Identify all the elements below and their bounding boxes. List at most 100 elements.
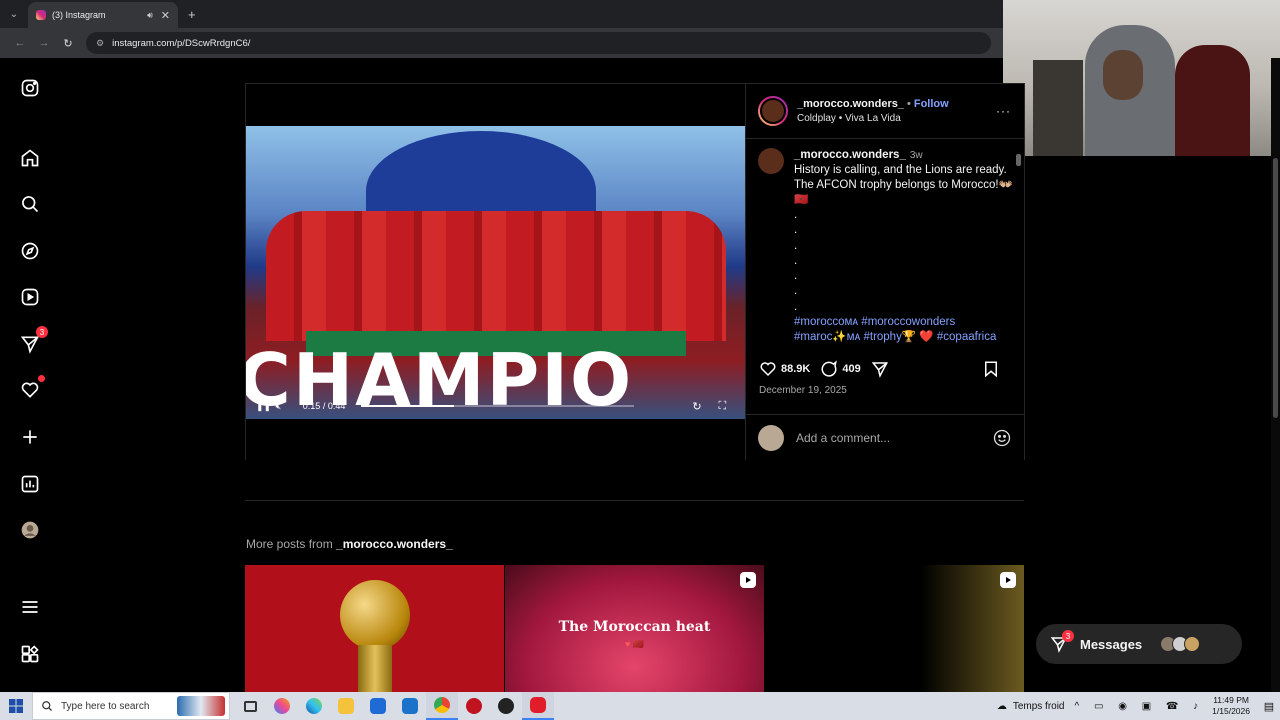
- clock-time: 11:49 PM: [1213, 695, 1249, 705]
- more-options-icon[interactable]: ···: [996, 104, 1024, 118]
- caption-body: _morocco.wonders_ 3w History is calling, …: [794, 148, 1016, 344]
- weather-text[interactable]: Temps froid: [1013, 701, 1065, 712]
- share-send-icon: [871, 362, 888, 378]
- webcam-background: [1033, 60, 1083, 156]
- video-controls: ❚❚ 🔇︎ 0:15 / 0:44 ↻ ⛶: [246, 394, 745, 418]
- caption-username[interactable]: _morocco.wonders_: [794, 149, 906, 161]
- save-button[interactable]: [982, 360, 1004, 378]
- video-players: [266, 211, 726, 341]
- replay-icon[interactable]: ↻: [684, 400, 709, 413]
- notifications-heart-icon[interactable]: [18, 375, 45, 402]
- author-avatar[interactable]: [758, 96, 788, 126]
- trophy-image: [340, 580, 410, 650]
- caption-dot: .: [794, 285, 798, 298]
- comments-count: 409: [842, 363, 861, 375]
- forward-arrow-icon[interactable]: →: [32, 37, 56, 49]
- reload-icon[interactable]: ↻: [56, 37, 80, 50]
- back-arrow-icon[interactable]: ←: [8, 37, 32, 49]
- taskbar-search-placeholder: Type here to search: [61, 700, 150, 712]
- post-thumbnail[interactable]: The Moroccan heat ♥ 🇲🇦: [505, 565, 764, 692]
- hashtags-line-2a[interactable]: #maroc✨ᴍᴀ #trophy🏆: [794, 331, 916, 343]
- profile-avatar-icon[interactable]: [18, 518, 42, 542]
- reels-icon[interactable]: [18, 285, 42, 309]
- instagram-logo-icon[interactable]: [18, 76, 42, 100]
- mute-icon[interactable]: 🔇︎: [276, 401, 303, 412]
- app-dark-icon[interactable]: [490, 692, 522, 720]
- start-button[interactable]: [0, 699, 32, 713]
- comment-button[interactable]: 409: [820, 360, 861, 378]
- reel-indicator-icon: [740, 572, 756, 588]
- video-progress-bar[interactable]: [361, 405, 635, 407]
- tab-search-chevron-icon[interactable]: ⌄: [0, 0, 28, 28]
- pause-icon[interactable]: ❚❚: [256, 401, 276, 412]
- caption-hashtags[interactable]: #moroccoᴍᴀ #moroccowonders #maroc✨ᴍᴀ #tr…: [794, 315, 1016, 345]
- url-field[interactable]: ⚙ instagram.com/p/DScwRrdgnC6/: [86, 32, 991, 54]
- comment-composer: Add a comment...: [746, 414, 1024, 460]
- store-icon[interactable]: [362, 692, 394, 720]
- taskbar-search[interactable]: Type here to search: [32, 692, 230, 720]
- share-button[interactable]: [871, 360, 893, 378]
- page-scrollbar[interactable]: [1271, 58, 1280, 692]
- notifications-dot: [38, 375, 45, 382]
- search-icon[interactable]: [18, 192, 42, 216]
- caption-scrollbar[interactable]: [1016, 154, 1021, 344]
- tab-instagram[interactable]: (3) Instagram 🔊︎ ✕: [28, 2, 178, 28]
- audio-track[interactable]: Coldplay • Viva La Vida: [797, 113, 996, 124]
- windows-logo-icon: [9, 699, 23, 713]
- edge-icon[interactable]: [298, 692, 330, 720]
- task-view-icon[interactable]: [234, 692, 266, 720]
- weather-icon[interactable]: ☁: [997, 701, 1007, 712]
- messages-send-icon[interactable]: 3: [18, 326, 48, 356]
- comment-bubble-icon: [821, 360, 838, 377]
- system-clock[interactable]: 11:49 PM 1/15/2026: [1212, 695, 1250, 717]
- tray-icons[interactable]: ^ ▭ ◉ ▣ ☎ ♪: [1075, 701, 1205, 712]
- like-button[interactable]: 88.9K: [759, 360, 810, 378]
- hashtags-line-2[interactable]: #maroc✨ᴍᴀ #trophy🏆 ❤️ #copaafrica: [794, 330, 1016, 345]
- post-card: CHAMPIO ❚❚ 🔇︎ 0:15 / 0:44 ↻ ⛶ _morocco.w…: [245, 83, 1025, 460]
- caption-scroll-thumb[interactable]: [1016, 154, 1021, 166]
- notification-center-icon[interactable]: ▤: [1258, 700, 1280, 713]
- more-posts-title: More posts from _morocco.wonders_: [246, 537, 453, 551]
- recorder-icon[interactable]: [522, 692, 554, 720]
- file-explorer-icon[interactable]: [330, 692, 362, 720]
- follow-button[interactable]: Follow: [914, 98, 949, 110]
- outlook-icon[interactable]: [394, 692, 426, 720]
- chrome-icon[interactable]: [426, 692, 458, 720]
- post-actions: 88.9K 409: [759, 358, 1014, 380]
- video-player[interactable]: CHAMPIO ❚❚ 🔇︎ 0:15 / 0:44 ↻ ⛶: [246, 84, 745, 460]
- caption-avatar[interactable]: [758, 148, 784, 174]
- tab-audio-icon[interactable]: 🔊︎: [147, 10, 153, 21]
- like-heart-icon: [760, 362, 776, 377]
- fullscreen-icon[interactable]: ⛶: [710, 400, 735, 413]
- home-icon[interactable]: [18, 146, 42, 170]
- new-tab-button[interactable]: +: [188, 7, 196, 22]
- messages-button[interactable]: 3 Messages: [1036, 624, 1242, 664]
- section-divider: [245, 500, 1024, 501]
- system-tray: ☁ Temps froid ^ ▭ ◉ ▣ ☎ ♪ 11:49 PM 1/15/…: [997, 695, 1280, 717]
- clock-date: 1/15/2026: [1212, 706, 1250, 716]
- hashtags-line-1[interactable]: #moroccoᴍᴀ #moroccowonders: [794, 315, 1016, 330]
- app-red-icon[interactable]: [458, 692, 490, 720]
- more-posts-username[interactable]: _morocco.wonders_: [336, 537, 453, 551]
- header-line: _morocco.wonders_ • Follow: [797, 98, 996, 110]
- caption-text: History is calling, and the Lions are re…: [794, 164, 1013, 206]
- create-plus-icon[interactable]: [18, 425, 42, 449]
- caption-block: _morocco.wonders_ 3w History is calling, …: [758, 148, 1016, 344]
- emoji-icon[interactable]: [992, 428, 1012, 448]
- hashtags-line-2b[interactable]: #copaafrica: [937, 331, 996, 343]
- post-thumbnail[interactable]: [765, 565, 1024, 692]
- caption-dot: .: [794, 239, 798, 252]
- author-username[interactable]: _morocco.wonders_: [797, 98, 904, 110]
- page-scroll-thumb[interactable]: [1273, 158, 1278, 418]
- explore-compass-icon[interactable]: [18, 239, 42, 263]
- post-thumbnail[interactable]: [245, 565, 504, 692]
- comment-input[interactable]: Add a comment...: [796, 431, 992, 445]
- search-highlight-image: [177, 696, 225, 716]
- more-menu-icon[interactable]: [18, 595, 42, 619]
- caption-dot: .: [794, 254, 798, 267]
- dashboard-chart-icon[interactable]: [18, 472, 42, 496]
- copilot-icon[interactable]: [266, 692, 298, 720]
- tab-close-icon[interactable]: ✕: [161, 9, 170, 22]
- also-from-meta-icon[interactable]: [18, 642, 42, 666]
- site-info-icon[interactable]: ⚙: [96, 38, 104, 49]
